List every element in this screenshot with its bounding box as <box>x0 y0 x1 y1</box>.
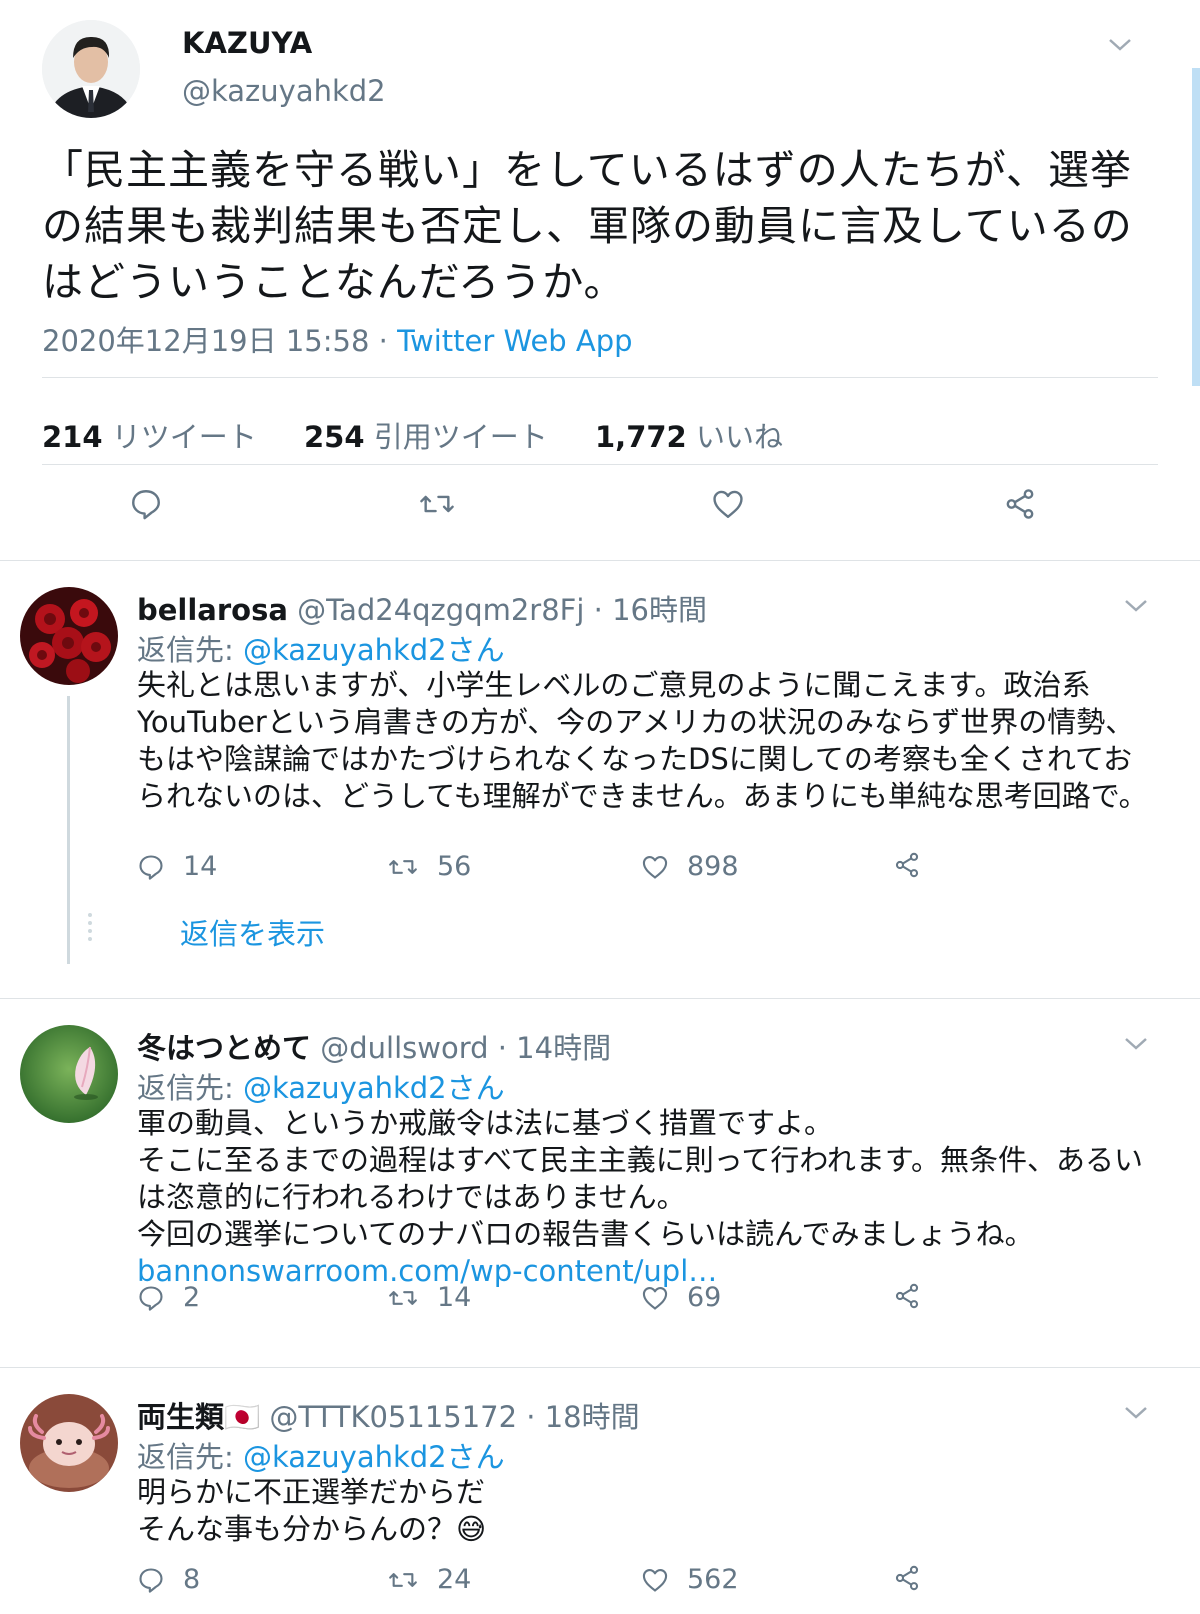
like-count: 562 <box>687 1564 739 1595</box>
reply-time[interactable]: · 18時間 <box>526 1400 639 1434</box>
author-handle[interactable]: @kazuyahkd2 <box>182 74 386 108</box>
reply-text: 軍の動員、というか戒厳令は法に基づく措置ですよ。 そこに至るまでの過程はすべて民… <box>137 1105 1157 1290</box>
tweet-text: 「民主主義を守る戦い」をしているはずの人たちが、選挙の結果も裁判結果も否定し、軍… <box>42 146 1133 306</box>
reply-icon <box>139 1285 163 1311</box>
reply-to-mention[interactable]: @kazuyahkd2さん <box>243 1440 505 1474</box>
reply-time[interactable]: · 14時間 <box>498 1031 611 1065</box>
avatar[interactable] <box>20 1025 118 1123</box>
like-icon[interactable] <box>706 482 750 526</box>
like-stat[interactable]: 1,772 いいね <box>595 420 783 454</box>
chevron-down-icon[interactable] <box>1122 1033 1150 1057</box>
thread-dots <box>88 913 92 945</box>
meta-separator: · <box>369 324 398 358</box>
reply-count: 14 <box>183 851 218 882</box>
reply-author-handle[interactable]: @TTTK05115172 <box>269 1400 517 1434</box>
reply-text: 明らかに不正選挙だからだ そんな事も分からんの？😅 <box>137 1475 487 1546</box>
reply-icon <box>139 1567 163 1593</box>
reply-author-name[interactable]: bellarosa <box>137 593 288 627</box>
reply-count: 2 <box>183 1282 201 1313</box>
reply-to: 返信先: @kazuyahkd2さん <box>137 1434 505 1476</box>
reply-author-name[interactable]: 冬はつとめて <box>137 1031 311 1065</box>
reply-tweet[interactable]: 両生類🇯🇵 @TTTK05115172 · 18時間 返信先: @kazuyah… <box>0 1368 1200 1614</box>
avatar[interactable] <box>20 1394 118 1492</box>
tweet-meta: 2020年12月19日 15:58 · Twitter Web App <box>42 318 633 360</box>
show-replies-link[interactable]: 返信を表示 <box>180 911 325 953</box>
reply-button[interactable]: 2 <box>137 1282 200 1313</box>
quote-label: 引用ツイート <box>373 420 548 454</box>
divider <box>42 377 1158 378</box>
reply-to: 返信先: @kazuyahkd2さん <box>137 1065 505 1107</box>
retweet-icon[interactable] <box>415 482 459 526</box>
retweet-label: リツイート <box>111 420 257 454</box>
reply-button[interactable]: 14 <box>137 851 217 882</box>
like-button[interactable]: 69 <box>641 1282 721 1313</box>
reply-to-label: 返信先: <box>137 633 243 667</box>
like-icon <box>642 1568 668 1592</box>
reply-actions: 8 24 562 <box>137 1564 957 1600</box>
chevron-down-icon[interactable] <box>1106 34 1134 58</box>
share-button[interactable] <box>893 1564 939 1592</box>
retweet-count: 24 <box>437 1564 472 1595</box>
like-button[interactable]: 898 <box>641 851 739 882</box>
reply-to-label: 返信先: <box>137 1071 243 1105</box>
retweet-icon <box>389 1290 417 1305</box>
retweet-icon <box>389 1572 417 1587</box>
retweet-count: 214 <box>42 420 103 454</box>
like-count: 898 <box>687 851 739 882</box>
reply-count: 8 <box>183 1564 201 1595</box>
share-icon[interactable] <box>998 482 1042 526</box>
like-label: いいね <box>695 420 783 454</box>
retweet-button[interactable]: 14 <box>387 1282 471 1313</box>
share-icon <box>895 1283 919 1309</box>
retweet-button[interactable]: 24 <box>387 1564 471 1595</box>
reply-actions: 2 14 69 <box>137 1282 957 1318</box>
reply-to-label: 返信先: <box>137 1440 243 1474</box>
avatar[interactable] <box>20 587 118 685</box>
like-count: 1,772 <box>595 420 687 454</box>
reply-icon[interactable] <box>124 482 168 526</box>
share-button[interactable] <box>893 851 939 879</box>
reply-icon <box>139 854 163 880</box>
tweet-timestamp[interactable]: 2020年12月19日 15:58 <box>42 324 369 358</box>
like-icon <box>642 855 668 879</box>
retweet-button[interactable]: 56 <box>387 851 471 882</box>
reply-to-mention[interactable]: @kazuyahkd2さん <box>243 633 505 667</box>
reply-actions: 14 56 898 <box>137 851 957 887</box>
retweet-icon <box>389 859 417 874</box>
quote-stat[interactable]: 254 引用ツイート <box>304 420 548 454</box>
avatar[interactable] <box>42 20 140 118</box>
retweet-stat[interactable]: 214 リツイート <box>42 420 257 454</box>
share-icon <box>895 1565 919 1591</box>
chevron-down-icon[interactable] <box>1122 595 1150 619</box>
tweet-stats: 214 リツイート 254 引用ツイート 1,772 いいね <box>42 414 821 456</box>
share-icon <box>895 852 919 878</box>
reply-author-handle[interactable]: @Tad24qzgqm2r8Fj <box>297 593 584 627</box>
reply-header: bellarosa @Tad24qzgqm2r8Fj · 16時間 <box>137 587 707 629</box>
like-count: 69 <box>687 1282 722 1313</box>
main-tweet: KAZUYA @kazuyahkd2 「民主主義を守る戦い」をしているはずの人た… <box>0 0 1200 561</box>
reply-text: 失礼とは思いますが、小学生レベルのご意見のように聞こえます。政治系YouTube… <box>137 668 1148 813</box>
tweet-source[interactable]: Twitter Web App <box>397 324 633 358</box>
author-name[interactable]: KAZUYA <box>182 26 312 60</box>
reply-button[interactable]: 8 <box>137 1564 200 1595</box>
reply-header: 両生類🇯🇵 @TTTK05115172 · 18時間 <box>137 1394 640 1436</box>
retweet-count: 56 <box>437 851 472 882</box>
reply-text-content: 軍の動員、というか戒厳令は法に基づく措置ですよ。 そこに至るまでの過程はすべて民… <box>137 1106 1144 1251</box>
reply-author-handle[interactable]: @dullsword <box>320 1031 488 1065</box>
reply-tweet[interactable]: bellarosa @Tad24qzgqm2r8Fj · 16時間 返信先: @… <box>0 561 1200 999</box>
like-icon <box>642 1286 668 1310</box>
reply-header: 冬はつとめて @dullsword · 14時間 <box>137 1025 611 1067</box>
like-button[interactable]: 562 <box>641 1564 739 1595</box>
reply-tweet[interactable]: 冬はつとめて @dullsword · 14時間 返信先: @kazuyahkd… <box>0 999 1200 1368</box>
chevron-down-icon[interactable] <box>1122 1402 1150 1426</box>
reply-to-mention[interactable]: @kazuyahkd2さん <box>243 1071 505 1105</box>
retweet-count: 14 <box>437 1282 472 1313</box>
share-button[interactable] <box>893 1282 939 1310</box>
divider <box>42 464 1158 465</box>
quote-count: 254 <box>304 420 365 454</box>
reply-time[interactable]: · 16時間 <box>594 593 707 627</box>
thread-line <box>67 696 70 964</box>
reply-to: 返信先: @kazuyahkd2さん <box>137 627 505 669</box>
reply-author-name[interactable]: 両生類🇯🇵 <box>137 1400 260 1434</box>
